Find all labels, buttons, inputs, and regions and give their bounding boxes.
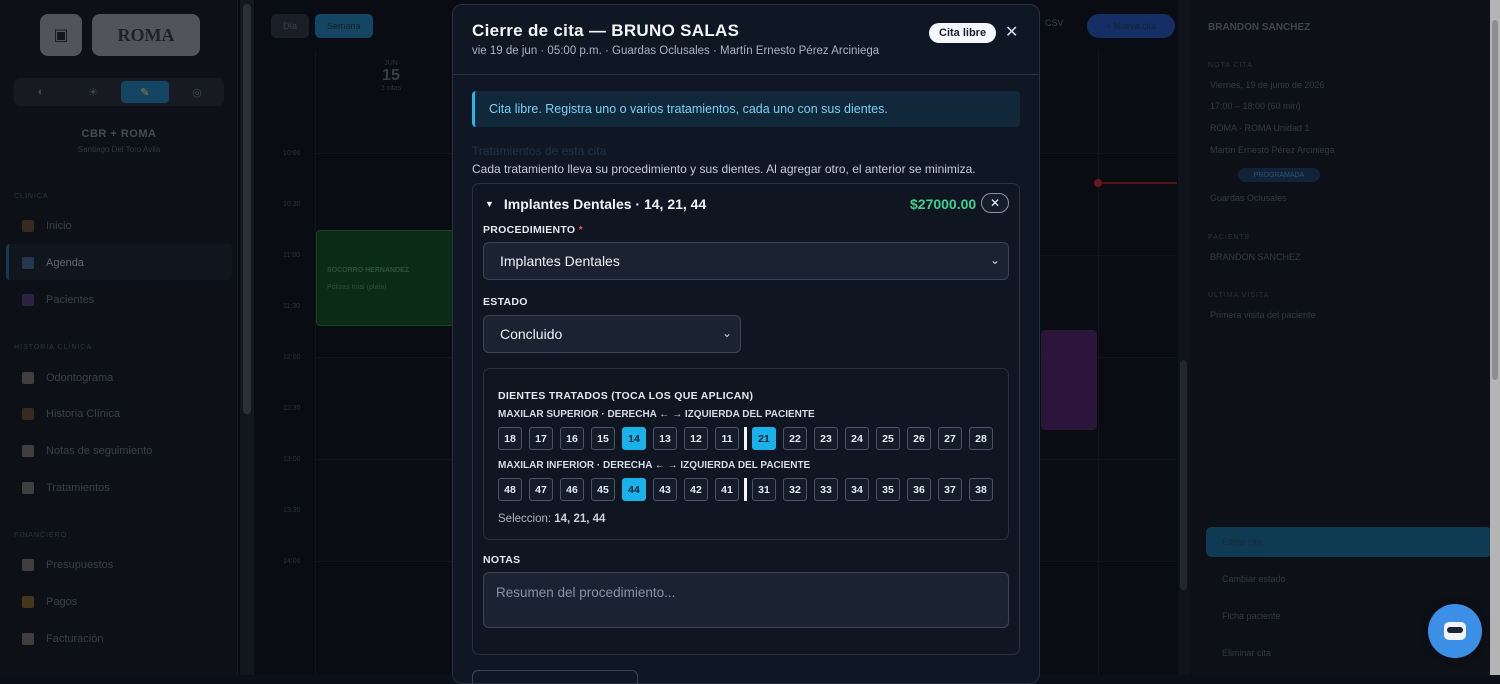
robot-icon	[1444, 622, 1466, 640]
procedure-label: PROCEDIMIENTO *	[483, 224, 583, 236]
tooth-32[interactable]: 32	[783, 478, 807, 501]
notes-label: NOTAS	[483, 554, 521, 566]
modal-title: Cierre de cita — BRUNO SALAS	[472, 21, 740, 40]
close-icon[interactable]: ✕	[1005, 22, 1018, 42]
tooth-17[interactable]: 17	[529, 427, 553, 450]
treatment-card: ▼ Implantes Dentales · 14, 21, 44 $27000…	[472, 183, 1020, 655]
info-banner: Cita libre. Registra uno o varios tratam…	[472, 91, 1020, 127]
modal-header: Cierre de cita — BRUNO SALAS vie 19 de j…	[453, 5, 1039, 75]
tooth-36[interactable]: 36	[907, 478, 931, 501]
remove-treatment-button[interactable]: ✕	[981, 193, 1009, 213]
tooth-16[interactable]: 16	[560, 427, 584, 450]
tooth-22[interactable]: 22	[783, 427, 807, 450]
tooth-11[interactable]: 11	[715, 427, 739, 450]
tooth-25[interactable]: 25	[876, 427, 900, 450]
tooth-38[interactable]: 38	[969, 478, 993, 501]
tooth-44[interactable]: 44	[622, 478, 646, 501]
tooth-15[interactable]: 15	[591, 427, 615, 450]
notes-textarea[interactable]: Resumen del procedimiento...	[483, 572, 1009, 628]
procedure-select[interactable]: Implantes Dentales ⌄	[483, 242, 1009, 280]
treatment-header[interactable]: ▼ Implantes Dentales · 14, 21, 44	[485, 196, 706, 212]
midline-divider	[744, 478, 747, 501]
tooth-46[interactable]: 46	[560, 478, 584, 501]
treatment-price: $27000.00	[910, 196, 977, 212]
tooth-21[interactable]: 21	[752, 427, 776, 450]
tooth-18[interactable]: 18	[498, 427, 522, 450]
assistant-bot-button[interactable]	[1428, 604, 1482, 658]
treatment-title: Implantes Dentales · 14, 21, 44	[503, 196, 707, 212]
section-description: Cada tratamiento lleva su procedimiento …	[472, 162, 976, 176]
tooth-41[interactable]: 41	[715, 478, 739, 501]
upper-teeth-row: 18 17 16 15 14 13 12 11 21 22 23 24 25 26 27 28	[498, 427, 993, 450]
tooth-12[interactable]: 12	[684, 427, 708, 450]
tooth-33[interactable]: 33	[814, 478, 838, 501]
tooth-23[interactable]: 23	[814, 427, 838, 450]
lower-teeth-row: 48 47 46 45 44 43 42 41 31 32 33 34 35 36 37 38	[498, 478, 993, 501]
teeth-title: DIENTES TRATADOS (TOCA LOS QUE APLICAN)	[498, 390, 754, 402]
status-select[interactable]: Concluido ⌄	[483, 315, 741, 353]
modal-subtitle: vie 19 de jun · 05:00 p.m. · Guardas Ocl…	[472, 45, 880, 57]
lower-jaw-label: MAXILAR INFERIOR · DERECHA ← → IZQUIERDA…	[498, 460, 811, 471]
teeth-selector: DIENTES TRATADOS (TOCA LOS QUE APLICAN) …	[483, 368, 1009, 540]
app: ▣ ROMA ◐ ☀ ✎ ◎ CBR + ROMA Santiago Del T…	[0, 0, 1500, 684]
tooth-35[interactable]: 35	[876, 478, 900, 501]
midline-divider	[744, 427, 747, 450]
tooth-28[interactable]: 28	[969, 427, 993, 450]
tooth-48[interactable]: 48	[498, 478, 522, 501]
tooth-43[interactable]: 43	[653, 478, 677, 501]
add-treatment-button[interactable]	[472, 670, 638, 683]
tooth-26[interactable]: 26	[907, 427, 931, 450]
chevron-down-icon: ⌄	[721, 326, 732, 340]
tooth-24[interactable]: 24	[845, 427, 869, 450]
tooth-45[interactable]: 45	[591, 478, 615, 501]
tooth-13[interactable]: 13	[653, 427, 677, 450]
chevron-down-icon: ⌄	[989, 253, 1000, 267]
close-appointment-modal: Cierre de cita — BRUNO SALAS vie 19 de j…	[452, 4, 1040, 684]
tooth-42[interactable]: 42	[684, 478, 708, 501]
tooth-27[interactable]: 27	[938, 427, 962, 450]
collapse-triangle-icon[interactable]: ▼	[485, 199, 494, 209]
status-label: ESTADO	[483, 296, 528, 308]
tooth-34[interactable]: 34	[845, 478, 869, 501]
tooth-31[interactable]: 31	[752, 478, 776, 501]
tooth-37[interactable]: 37	[938, 478, 962, 501]
selection-summary: Seleccion: 14, 21, 44	[498, 513, 606, 525]
tooth-47[interactable]: 47	[529, 478, 553, 501]
free-appointment-badge: Cita libre	[929, 23, 997, 43]
upper-jaw-label: MAXILAR SUPERIOR · DERECHA ← → IZQUIERDA…	[498, 409, 815, 420]
tooth-14[interactable]: 14	[622, 427, 646, 450]
section-title: Tratamientos de esta cita	[472, 144, 607, 158]
